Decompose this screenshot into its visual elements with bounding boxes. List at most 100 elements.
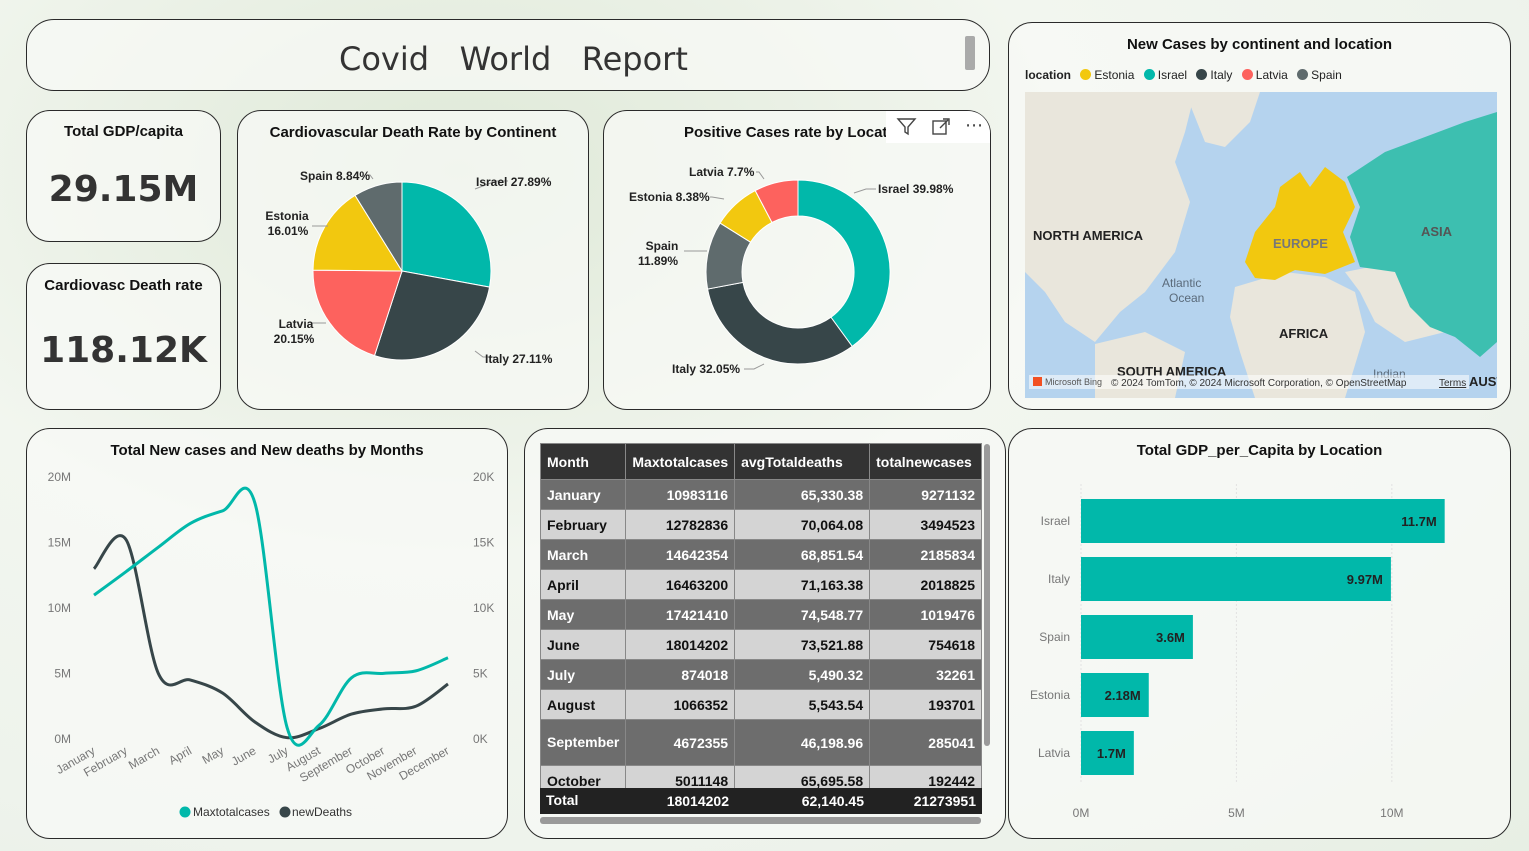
donut-label-spain-pct: 11.89%: [638, 254, 678, 268]
col-header-totalnewcases[interactable]: totalnewcases: [869, 443, 982, 480]
y-tick-label: Italy: [1048, 572, 1070, 586]
table-cell: 2018825: [869, 569, 982, 600]
table-row[interactable]: January 10983116 65,330.38 9271132: [539, 479, 982, 510]
positive-cases-donut[interactable]: Israel 39.98% Italy 32.05% Spain 11.89% …: [604, 111, 992, 411]
col-header-maxtotalcases[interactable]: Maxtotalcases: [625, 443, 736, 480]
world-map[interactable]: NORTH AMERICA EUROPE ASIA Atlantic Ocean…: [1025, 92, 1497, 398]
line-chart-panel[interactable]: Total New cases and New deaths by Months…: [26, 428, 508, 839]
gdp-bar-chart[interactable]: 0M 5M 10M Israel 11.7M Italy 9.97M Spain 3.6M Es…: [1009, 429, 1512, 840]
table-cell: April: [539, 569, 627, 600]
legend-dot-maxtotalcases: [179, 806, 191, 818]
positive-cases-panel[interactable]: Positive Cases rate by Locati ⋯ Israel 3…: [603, 110, 991, 410]
map-terms-link[interactable]: Terms: [1439, 378, 1466, 389]
table-cell: 9271132: [869, 479, 982, 510]
kpi-cardio-death-rate: Cardiovasc Death rate 118.12K: [26, 263, 221, 410]
y-left-tick-label: 5M: [54, 667, 71, 681]
legend-label-newdeaths[interactable]: newDeaths: [292, 805, 352, 819]
cardio-pie-chart[interactable]: Israel 27.89% Italy 27.11% Latvia 20.15%…: [238, 111, 590, 411]
legend-item[interactable]: Italy: [1196, 68, 1232, 82]
gdp-bar-panel[interactable]: Total GDP_per_Capita by Location 0M 5M 10M…: [1008, 428, 1511, 839]
y-left-tick-label: 15M: [48, 536, 71, 550]
table-row[interactable]: June 18014202 73,521.88 754618: [539, 629, 982, 660]
table-cell: February: [539, 509, 627, 540]
table-horizontal-scrollbar[interactable]: [540, 817, 981, 824]
kpi-value: 118.12K: [40, 330, 207, 371]
pie-slice-israel[interactable]: [401, 181, 492, 288]
map-label-atlantic: Atlantic: [1162, 276, 1201, 290]
table-cell: 1066352: [625, 689, 736, 720]
series-line-maxtotalcases[interactable]: [93, 486, 449, 747]
bing-logo-icon: [1033, 377, 1042, 386]
table-row[interactable]: March 14642354 68,851.54 2185834: [539, 539, 982, 570]
legend-item[interactable]: Israel: [1143, 68, 1187, 82]
cardio-pie-panel[interactable]: Cardiovascular Death Rate by Continent I…: [237, 110, 589, 410]
monthly-table: Month Maxtotalcases avgTotaldeaths total…: [539, 443, 982, 796]
x-tick-label: April: [166, 743, 194, 767]
donut-slice-israel[interactable]: [797, 179, 891, 348]
x-tick-label: March: [126, 743, 162, 772]
x-tick-label: 5M: [1228, 806, 1245, 820]
map-panel[interactable]: New Cases by continent and location loca…: [1008, 22, 1511, 410]
table-cell: 18014202: [625, 629, 736, 660]
y-left-tick-label: 10M: [48, 601, 71, 615]
table-row[interactable]: September 4672355 46,198.96 285041: [539, 719, 982, 766]
legend-item[interactable]: Spain: [1297, 68, 1342, 82]
series-line-newdeaths[interactable]: [92, 534, 449, 740]
bar-value-label: 1.7M: [1097, 746, 1126, 761]
table-cell: 71,163.38: [734, 569, 871, 600]
table-cell: March: [539, 539, 627, 570]
bar-italy[interactable]: [1081, 557, 1391, 601]
table-row[interactable]: May 17421410 74,548.77 1019476: [539, 599, 982, 630]
col-header-avgtotaldeaths[interactable]: avgTotaldeaths: [734, 443, 871, 480]
donut-label-italy: Italy 32.05%: [672, 362, 740, 376]
donut-label-estonia: Estonia 8.38%: [629, 190, 710, 204]
scrollbar-thumb[interactable]: [965, 36, 975, 70]
legend-title: location: [1025, 68, 1072, 82]
table-cell: August: [539, 689, 627, 720]
table-cell: 14642354: [625, 539, 736, 570]
cases-deaths-line-chart[interactable]: 0M 0K5M 5K10M 10K15M 15K20M 20KJanuaryFebruar…: [27, 429, 509, 840]
map-label-ocean: Ocean: [1169, 291, 1204, 305]
table-row[interactable]: August 1066352 5,543.54 193701: [539, 689, 982, 720]
y-tick-label: Estonia: [1030, 688, 1070, 702]
leader-line: [710, 196, 725, 200]
y-left-tick-label: 0M: [54, 732, 71, 746]
table-cell: 32261: [869, 659, 982, 690]
table-cell: September: [539, 719, 627, 766]
table-row[interactable]: April 16463200 71,163.38 2018825: [539, 569, 982, 600]
table-cell: 65,330.38: [734, 479, 871, 510]
bing-text: Microsoft Bing: [1045, 377, 1102, 387]
x-tick-label: June: [229, 743, 259, 768]
bar-value-label: 3.6M: [1156, 630, 1185, 645]
map-attribution[interactable]: © 2024 TomTom, © 2024 Microsoft Corporat…: [1111, 378, 1407, 389]
table-cell: 754618: [869, 629, 982, 660]
table-row[interactable]: February 12782836 70,064.08 3494523: [539, 509, 982, 540]
table-cell: 46,198.96: [734, 719, 871, 766]
table-vertical-scrollbar[interactable]: [984, 444, 990, 746]
legend-item[interactable]: Latvia: [1241, 68, 1288, 82]
legend-dot-newdeaths: [279, 806, 291, 818]
map-label-africa: AFRICA: [1279, 326, 1329, 341]
table-cell: 5,490.32: [734, 659, 871, 690]
leader-line: [744, 363, 765, 370]
table-cell: 12782836: [625, 509, 736, 540]
table-row[interactable]: July 874018 5,490.32 32261: [539, 659, 982, 690]
table-cell: 70,064.08: [734, 509, 871, 540]
donut-slice-italy[interactable]: [707, 281, 853, 365]
kpi-total-gdp: Total GDP/capita 29.15M: [26, 110, 221, 242]
legend-label-maxtotalcases[interactable]: Maxtotalcases: [193, 805, 270, 819]
pie-label-italy: Italy 27.11%: [485, 352, 553, 366]
legend-item[interactable]: Estonia: [1080, 68, 1134, 82]
bar-israel[interactable]: [1081, 499, 1445, 543]
table-cell: 5,543.54: [734, 689, 871, 720]
col-header-month[interactable]: Month: [539, 443, 627, 480]
y-right-tick-label: 5K: [473, 667, 488, 681]
table-cell: 73,521.88: [734, 629, 871, 660]
y-right-tick-label: 0K: [473, 732, 488, 746]
kpi-value: 29.15M: [48, 169, 199, 210]
pie-label-estonia: Estonia: [265, 209, 309, 223]
table-cell: 285041: [869, 719, 982, 766]
chart-title: New Cases by continent and location: [1126, 36, 1393, 53]
table-cell: 16463200: [625, 569, 736, 600]
y-tick-label: Spain: [1039, 630, 1070, 644]
